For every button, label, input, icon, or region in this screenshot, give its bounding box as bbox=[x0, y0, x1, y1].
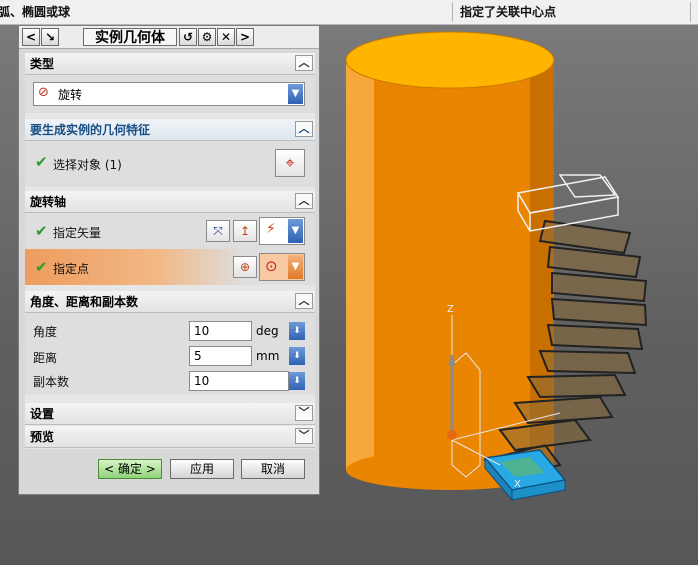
copies-input[interactable]: 10 bbox=[189, 371, 289, 391]
section-type-header[interactable]: 类型 ︿ bbox=[25, 53, 315, 75]
section-axis-header[interactable]: 旋转轴 ︿ bbox=[25, 191, 315, 213]
next-button[interactable]: > bbox=[236, 28, 254, 46]
chevron-up-icon[interactable]: ︿ bbox=[295, 193, 313, 209]
collapse-back-button[interactable]: < bbox=[22, 28, 40, 46]
section-params-title: 角度、距离和副本数 bbox=[30, 295, 139, 309]
section-preview-title: 预览 bbox=[30, 430, 55, 444]
dialog-body: 类型 ︿ ⊘ 旋转 ▼ 要生成实例的几何特征 ︿ ✔ 选择对象 (1) ⌖ 旋转… bbox=[25, 53, 315, 449]
section-geometry-body: ✔ 选择对象 (1) ⌖ bbox=[25, 141, 315, 187]
point-type-select[interactable]: ⊙ ▼ bbox=[259, 253, 305, 281]
distance-label: 距离 bbox=[33, 351, 58, 365]
crosshair-select-icon[interactable]: ⌖ bbox=[275, 149, 305, 177]
type-select[interactable]: ⊘ 旋转 ▼ bbox=[33, 82, 305, 106]
section-params-body: 角度 10 deg ⬇ 距离 5 mm ⬇ 副本数 10 ⬇ bbox=[25, 313, 315, 395]
status-right-text: 指定了关联中心点 bbox=[460, 5, 557, 19]
distance-input[interactable]: 5 bbox=[189, 346, 252, 366]
chevron-up-icon[interactable]: ︿ bbox=[295, 121, 313, 137]
angle-label: 角度 bbox=[33, 325, 58, 339]
section-settings-header[interactable]: 设置 ﹀ bbox=[25, 403, 315, 425]
chevron-down-icon[interactable]: ▼ bbox=[288, 255, 303, 279]
rotation-center-point[interactable] bbox=[447, 430, 457, 440]
inferred-vector-icon: ⚡ bbox=[266, 221, 276, 237]
status-separator-right bbox=[690, 2, 691, 22]
distance-unit: mm bbox=[256, 349, 280, 363]
close-button[interactable]: ✕ bbox=[217, 28, 235, 46]
section-preview-header[interactable]: 预览 ﹀ bbox=[25, 426, 315, 448]
angle-input[interactable]: 10 bbox=[189, 321, 252, 341]
chevron-down-icon[interactable]: ▼ bbox=[288, 219, 303, 243]
point-dialog-icon[interactable]: ⊕ bbox=[233, 256, 257, 278]
status-bar: 弧、椭圆或球 指定了关联中心点 bbox=[0, 0, 698, 25]
dialog-title: 实例几何体 bbox=[83, 28, 177, 46]
check-icon: ✔ bbox=[35, 222, 48, 240]
apply-button[interactable]: 应用 bbox=[170, 459, 234, 479]
arrow-down-icon[interactable]: ⬇ bbox=[289, 372, 305, 390]
vector-type-select[interactable]: ⚡ ▼ bbox=[259, 217, 305, 245]
section-geometry-title: 要生成实例的几何特征 bbox=[30, 123, 151, 137]
axis-z-label: Z bbox=[447, 304, 454, 315]
settings-button[interactable]: ⚙ bbox=[198, 28, 216, 46]
type-select-value: 旋转 bbox=[58, 88, 83, 102]
section-axis-title: 旋转轴 bbox=[30, 195, 67, 209]
section-type-title: 类型 bbox=[30, 57, 55, 71]
cylinder-top[interactable] bbox=[345, 31, 555, 89]
status-left-text: 弧、椭圆或球 bbox=[0, 5, 71, 19]
specify-vector-row: ✔ 指定矢量 ⤧ ↥ ⚡ ▼ bbox=[25, 213, 315, 249]
chevron-down-icon[interactable]: ▼ bbox=[288, 84, 303, 104]
arrow-down-icon[interactable]: ⬇ bbox=[289, 322, 305, 340]
specify-vector-label: 指定矢量 bbox=[53, 226, 102, 240]
chevron-down-icon[interactable]: ﹀ bbox=[295, 405, 313, 421]
reset-button[interactable]: ↺ bbox=[179, 28, 197, 46]
chevron-up-icon[interactable]: ︿ bbox=[295, 293, 313, 309]
vector-dialog-icon[interactable]: ↥ bbox=[233, 220, 257, 242]
resize-arrow-button[interactable]: ↘ bbox=[41, 28, 59, 46]
ok-button[interactable]: < 确定 > bbox=[98, 459, 162, 479]
check-icon: ✔ bbox=[35, 258, 48, 276]
axis-x-label: X bbox=[514, 479, 521, 490]
check-icon: ✔ bbox=[35, 153, 48, 171]
angle-unit: deg bbox=[256, 324, 279, 338]
section-geometry-header[interactable]: 要生成实例的几何特征 ︿ bbox=[25, 119, 315, 141]
copies-label: 副本数 bbox=[33, 375, 70, 389]
specify-point-label: 指定点 bbox=[53, 262, 90, 276]
chevron-up-icon[interactable]: ︿ bbox=[295, 55, 313, 71]
section-settings-title: 设置 bbox=[30, 407, 55, 421]
specify-point-row[interactable]: ✔ 指定点 ⊕ ⊙ ▼ bbox=[25, 249, 315, 285]
chevron-down-icon[interactable]: ﹀ bbox=[295, 428, 313, 444]
reverse-direction-icon[interactable]: ⤧ bbox=[206, 220, 230, 242]
cancel-button[interactable]: 取消 bbox=[241, 459, 305, 479]
dialog-title-bar: < ↘ 实例几何体 ↺ ⚙ ✕ > bbox=[19, 26, 319, 49]
section-type-body: ⊘ 旋转 ▼ bbox=[25, 75, 315, 113]
arrow-down-icon[interactable]: ⬇ bbox=[289, 347, 305, 365]
arc-center-point-icon: ⊙ bbox=[265, 257, 278, 275]
cylinder-highlight bbox=[346, 60, 374, 470]
instance-geometry-dialog: < ↘ 实例几何体 ↺ ⚙ ✕ > 类型 ︿ ⊘ 旋转 ▼ 要生成实例的几何特征… bbox=[18, 25, 320, 495]
select-object-label: 选择对象 (1) bbox=[53, 158, 122, 172]
rotate-type-icon: ⊘ bbox=[38, 85, 49, 100]
section-params-header[interactable]: 角度、距离和副本数 ︿ bbox=[25, 291, 315, 313]
status-separator bbox=[452, 2, 453, 22]
